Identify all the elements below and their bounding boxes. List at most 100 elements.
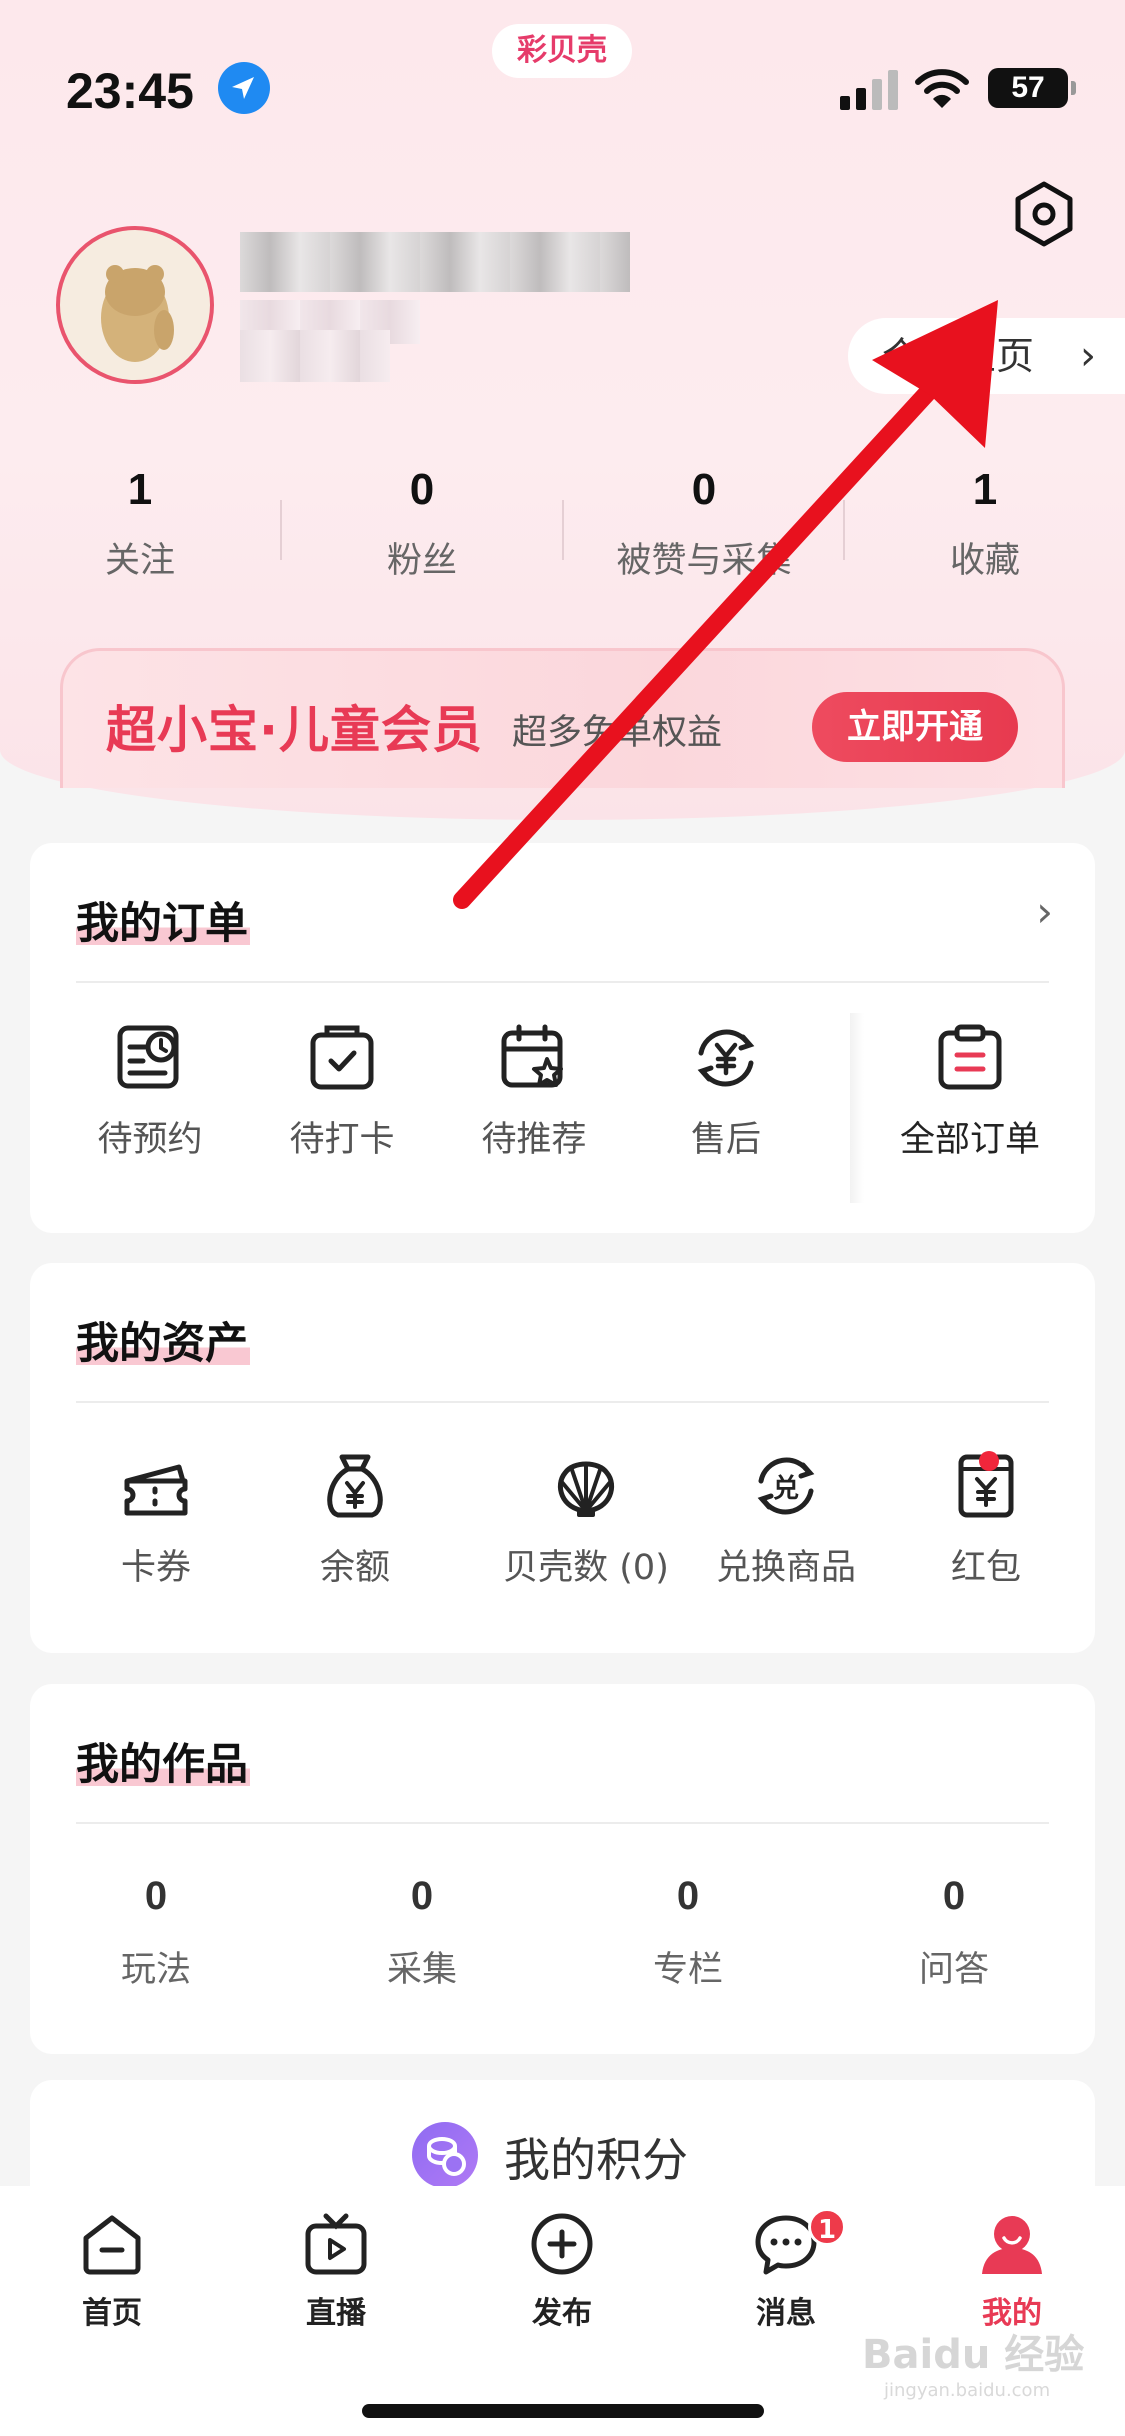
stat-label: 关注: [104, 541, 175, 581]
message-count-badge: 1: [808, 2208, 846, 2246]
stat-number: 1: [972, 465, 998, 514]
divider: [76, 1401, 1049, 1403]
scroll-shadow: [850, 1013, 864, 1203]
vip-title: 超小宝·儿童会员: [106, 701, 483, 759]
asset-item-label: 余额: [319, 1548, 390, 1588]
watermark-url: jingyan.baidu.com: [884, 2380, 1051, 2401]
location-arrow-icon: [218, 62, 270, 114]
points-coins-icon: [412, 2122, 478, 2188]
cellular-signal-icon: [840, 70, 898, 110]
battery-indicator: 57: [988, 68, 1076, 108]
stat-following[interactable]: 1 关注: [0, 460, 280, 583]
stat-fans[interactable]: 0 粉丝: [282, 460, 562, 583]
works-count: 0: [410, 1874, 434, 1918]
tab-publish[interactable]: 发布: [482, 2210, 642, 2332]
wifi-icon: [915, 69, 969, 108]
works-count: 0: [144, 1874, 168, 1918]
stat-label: 被赞与采集: [616, 541, 792, 581]
order-pending-appointment[interactable]: 待预约: [70, 1023, 230, 1162]
user-tag-pixelated: [240, 330, 390, 382]
asset-item-label: 兑换商品: [715, 1548, 856, 1588]
order-item-label: 待预约: [97, 1120, 203, 1160]
order-item-label: 待打卡: [289, 1120, 395, 1160]
appointment-icon: [117, 1025, 179, 1089]
stat-label: 粉丝: [386, 541, 457, 581]
works-label: 问答: [918, 1950, 989, 1990]
asset-coupons[interactable]: 卡券: [76, 1451, 236, 1590]
divider: [76, 981, 1049, 983]
exchange-icon: 兑: [757, 1457, 815, 1515]
publish-plus-icon: [531, 2213, 593, 2275]
order-item-label: 售后: [690, 1120, 761, 1160]
points-label: 我的积分: [504, 2133, 688, 2187]
works-count: 0: [676, 1874, 700, 1918]
order-after-sales[interactable]: 售后: [646, 1023, 806, 1162]
username-pixelated: [240, 232, 630, 292]
works-gameplay[interactable]: 0 玩法: [56, 1874, 256, 1992]
asset-item-label: 卡券: [120, 1548, 191, 1588]
asset-item-label: 红包: [950, 1548, 1021, 1588]
order-all-orders[interactable]: 全部订单: [880, 1023, 1060, 1162]
live-tv-icon: [305, 2213, 367, 2275]
asset-exchange-goods[interactable]: 兑 兑换商品: [696, 1451, 876, 1590]
home-icon: [83, 2215, 141, 2275]
stat-favorites[interactable]: 1 收藏: [845, 460, 1125, 583]
order-item-label: 待推荐: [481, 1120, 587, 1160]
red-dot-notification: [979, 1451, 999, 1471]
personal-homepage-button[interactable]: 个人主页 ›: [848, 318, 1125, 394]
divider: [76, 1822, 1049, 1824]
tab-live[interactable]: 直播: [256, 2210, 416, 2332]
status-time: 23:45: [66, 63, 194, 119]
vip-subtitle: 超多免单权益: [512, 713, 723, 753]
my-works-card: 我的作品 0 玩法 0 采集 0 专栏 0 问答: [30, 1684, 1095, 2054]
svg-text:兑: 兑: [773, 1474, 799, 1504]
app-name-badge: 彩贝壳: [492, 24, 632, 78]
checkin-icon: [310, 1025, 374, 1090]
money-bag-icon: [327, 1454, 383, 1518]
card-title: 我的资产: [76, 1309, 250, 1371]
works-qa[interactable]: 0 问答: [854, 1874, 1054, 1992]
settings-gear-icon[interactable]: [1010, 180, 1078, 248]
tab-label: 首页: [82, 2296, 142, 2331]
personal-homepage-label: 个人主页: [882, 334, 1035, 378]
works-collections[interactable]: 0 采集: [322, 1874, 522, 1992]
asset-balance[interactable]: 余额: [275, 1451, 435, 1590]
works-count: 0: [942, 1874, 966, 1918]
tab-label: 直播: [306, 2296, 366, 2331]
stat-likes-collects[interactable]: 0 被赞与采集: [564, 460, 844, 583]
works-columns[interactable]: 0 专栏: [588, 1874, 788, 1992]
order-item-label: 全部订单: [899, 1120, 1040, 1160]
stat-number: 0: [409, 465, 435, 514]
tab-label: 发布: [532, 2296, 592, 2331]
home-indicator: [362, 2404, 764, 2418]
order-pending-checkin[interactable]: 待打卡: [262, 1023, 422, 1162]
asset-red-packet[interactable]: 红包: [906, 1451, 1066, 1590]
stat-number: 1: [127, 465, 153, 514]
stat-label: 收藏: [949, 541, 1020, 581]
recommend-icon: [501, 1024, 563, 1088]
works-label: 采集: [386, 1950, 457, 1990]
my-orders-card: 我的订单 › 待预约 待打卡 待推荐 售后 全部订单: [30, 843, 1095, 1233]
chevron-right-icon[interactable]: ›: [1036, 887, 1053, 936]
works-label: 专栏: [652, 1950, 723, 1990]
shell-icon: [557, 1461, 615, 1517]
works-label: 玩法: [120, 1950, 191, 1990]
asset-item-label: 贝壳数 (0): [503, 1548, 669, 1588]
my-assets-card: 我的资产 卡券 余额 贝壳数 (0) 兑 兑换商品 红包: [30, 1263, 1095, 1653]
tab-home[interactable]: 首页: [32, 2210, 192, 2332]
chevron-right-icon: ›: [1080, 333, 1096, 379]
profile-stats: 1 关注 0 粉丝 0 被赞与采集 1 收藏: [0, 460, 1125, 590]
avatar[interactable]: [56, 226, 214, 384]
watermark-logo: Baidu 经验: [862, 2332, 1085, 2378]
tab-label: 消息: [756, 2296, 816, 2331]
coupon-icon: [124, 1464, 188, 1516]
all-orders-icon: [938, 1024, 1002, 1090]
vip-open-button[interactable]: 立即开通: [812, 692, 1018, 762]
asset-shells[interactable]: 贝壳数 (0): [466, 1451, 706, 1590]
tab-mine[interactable]: 我的: [932, 2210, 1092, 2332]
stat-number: 0: [691, 465, 717, 514]
after-sales-icon: [697, 1029, 755, 1087]
card-title: 我的订单: [76, 889, 250, 951]
order-pending-recommend[interactable]: 待推荐: [454, 1023, 614, 1162]
card-title: 我的作品: [76, 1730, 250, 1792]
